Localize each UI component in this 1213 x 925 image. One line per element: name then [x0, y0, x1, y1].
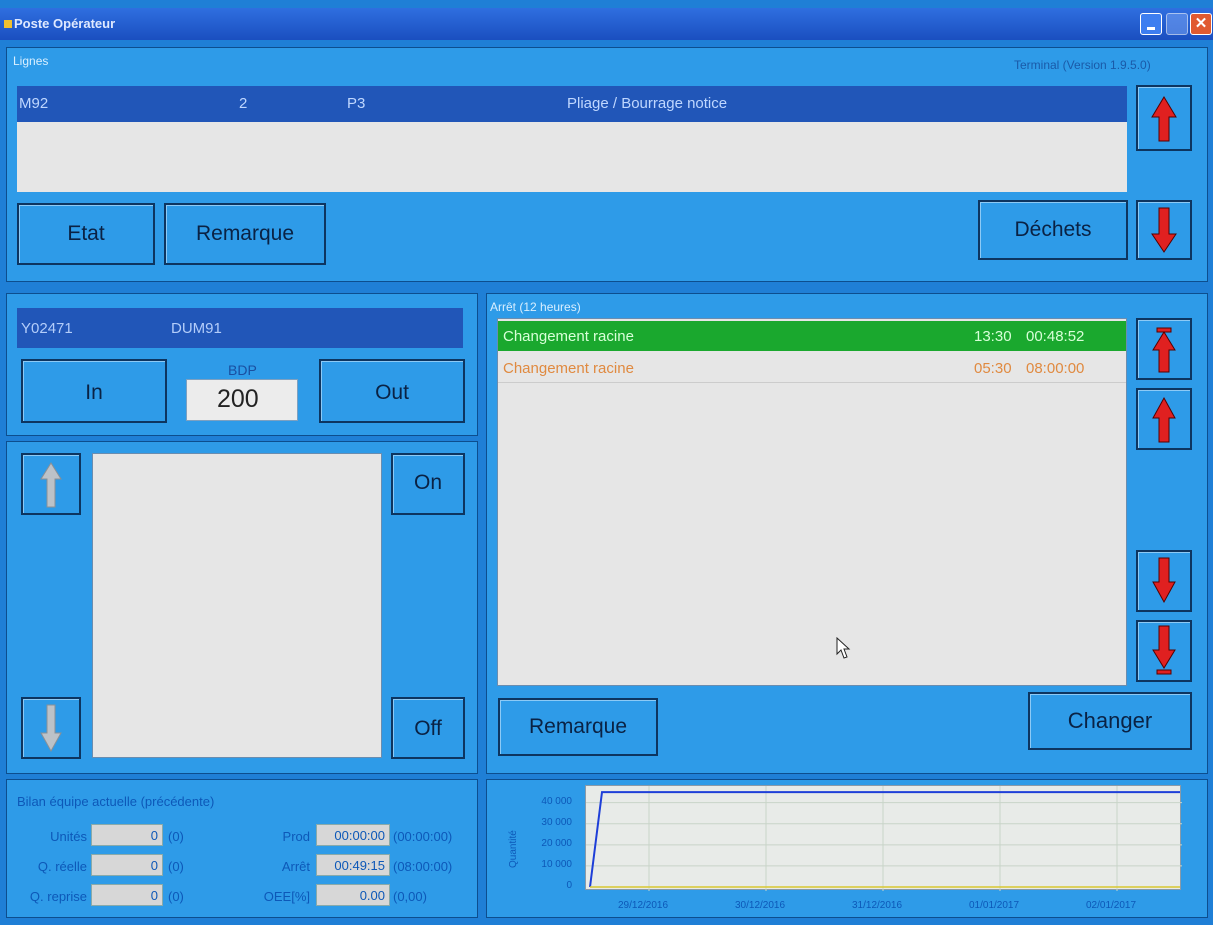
q-reprise-prev: (0) [168, 889, 184, 904]
chart-ylabel: Quantité [508, 830, 519, 868]
q-reprise-label: Q. reprise [29, 889, 87, 904]
chart-svg [586, 786, 1182, 891]
arret-item-time: 13:30 [974, 328, 1012, 345]
poste-cell: P3 [347, 95, 366, 112]
oee-prev: (0,00) [393, 889, 427, 904]
arret-item-name: Changement racine [503, 328, 634, 345]
version-label: Terminal (Version 1.9.5.0) [1014, 58, 1151, 72]
arret-item-name: Changement racine [503, 360, 634, 377]
num-cell: 2 [239, 95, 248, 112]
out-button[interactable]: Out [319, 359, 465, 423]
arrow-up-icon [1152, 396, 1176, 443]
window-title: Poste Opérateur [14, 16, 116, 31]
arret-page-down-button[interactable] [1136, 620, 1192, 682]
mouse-cursor-icon [836, 637, 851, 659]
prod-label: Prod [282, 829, 310, 844]
in-button[interactable]: In [21, 359, 167, 423]
q-reelle-value: 0 [91, 854, 163, 876]
arret-item-time: 05:30 [974, 360, 1012, 377]
arrow-down-icon [1151, 207, 1177, 253]
y-tick-label: 0 [566, 880, 572, 891]
dechets-button[interactable]: Déchets [978, 200, 1128, 260]
arret-total-label: Arrêt [281, 859, 310, 874]
x-tick-label: 01/01/2017 [969, 900, 1020, 911]
arrow-down-disabled-icon [40, 704, 62, 753]
x-tick-label: 02/01/2017 [1086, 900, 1137, 911]
oee-label: OEE[%] [263, 889, 310, 904]
arret-item[interactable]: Changement racine 05:30 08:00:00 [498, 353, 1126, 383]
article-ref: DUM91 [171, 320, 222, 337]
arret-total-value: 00:49:15 [316, 854, 390, 876]
maximize-button[interactable] [1166, 13, 1188, 35]
item-list-box[interactable] [92, 453, 382, 758]
arret-total-prev: (08:00:00) [393, 859, 453, 874]
oee-value: 0.00 [316, 884, 390, 906]
bilan-label: Bilan équipe actuelle (précédente) [17, 794, 215, 809]
operator-window: Poste Opérateur ✕ Lignes Terminal (Versi… [0, 0, 1213, 925]
bdp-label: BDP [228, 362, 257, 378]
lignes-label: Lignes [13, 54, 49, 68]
y-tick-label: 30 000 [541, 816, 572, 828]
arret-label: Arrêt (12 heures) [490, 300, 581, 314]
arret-item-selected[interactable]: Changement racine 13:30 00:48:52 [498, 321, 1126, 351]
prod-prev: (00:00:00) [393, 829, 453, 844]
article-code: Y02471 [21, 320, 73, 337]
lignes-table-row[interactable]: M92 2 P3 Pliage / Bourrage notice [17, 86, 1127, 122]
lignes-scroll-up-button[interactable] [1136, 85, 1192, 151]
off-button[interactable]: Off [391, 697, 465, 759]
on-button[interactable]: On [391, 453, 465, 515]
arret-item-duration: 00:48:52 [1026, 328, 1085, 345]
prod-value: 00:00:00 [316, 824, 390, 846]
q-reelle-prev: (0) [168, 859, 184, 874]
arret-page-up-button[interactable] [1136, 318, 1192, 380]
x-tick-label: 30/12/2016 [735, 900, 786, 911]
arrow-up-icon [1151, 96, 1177, 142]
y-tick-label: 40 000 [541, 795, 572, 807]
line-chart [585, 785, 1182, 891]
double-arrow-up-icon [1152, 327, 1176, 373]
unites-prev: (0) [168, 829, 184, 844]
x-tick-label: 31/12/2016 [852, 900, 903, 911]
app-icon [4, 20, 12, 28]
lignes-scroll-down-button[interactable] [1136, 200, 1192, 260]
q-reprise-value: 0 [91, 884, 163, 906]
unites-value: 0 [91, 824, 163, 846]
machine-cell: M92 [19, 95, 49, 112]
arret-scroll-up-button[interactable] [1136, 388, 1192, 450]
remarque-button[interactable]: Remarque [498, 698, 658, 756]
etat-button[interactable]: Etat [17, 203, 155, 265]
unites-label: Unités [50, 829, 87, 844]
article-row[interactable]: Y02471 DUM91 [17, 308, 463, 348]
close-button[interactable]: ✕ [1190, 13, 1212, 35]
minimize-button[interactable] [1140, 13, 1162, 35]
arret-list[interactable]: Changement racine 13:30 00:48:52 Changem… [497, 318, 1127, 686]
operation-cell: Pliage / Bourrage notice [567, 95, 728, 112]
list-scroll-up-button[interactable] [21, 453, 81, 515]
arret-item-duration: 08:00:00 [1026, 360, 1085, 377]
changer-button[interactable]: Changer [1028, 692, 1192, 750]
bdp-value-field[interactable]: 200 [186, 379, 298, 421]
list-scroll-down-button[interactable] [21, 697, 81, 759]
remarque-button-top[interactable]: Remarque [164, 203, 326, 265]
arrow-up-disabled-icon [40, 462, 62, 508]
chart-series-line [589, 791, 1180, 888]
y-tick-label: 20 000 [541, 837, 572, 849]
double-arrow-down-icon [1152, 625, 1176, 675]
title-bar: Poste Opérateur ✕ [0, 8, 1213, 40]
x-tick-label: 29/12/2016 [618, 900, 669, 911]
y-tick-label: 10 000 [541, 858, 572, 870]
arrow-down-icon [1152, 557, 1176, 604]
arret-scroll-down-button[interactable] [1136, 550, 1192, 612]
lignes-table-body [17, 122, 1127, 192]
q-reelle-label: Q. réelle [37, 859, 87, 874]
